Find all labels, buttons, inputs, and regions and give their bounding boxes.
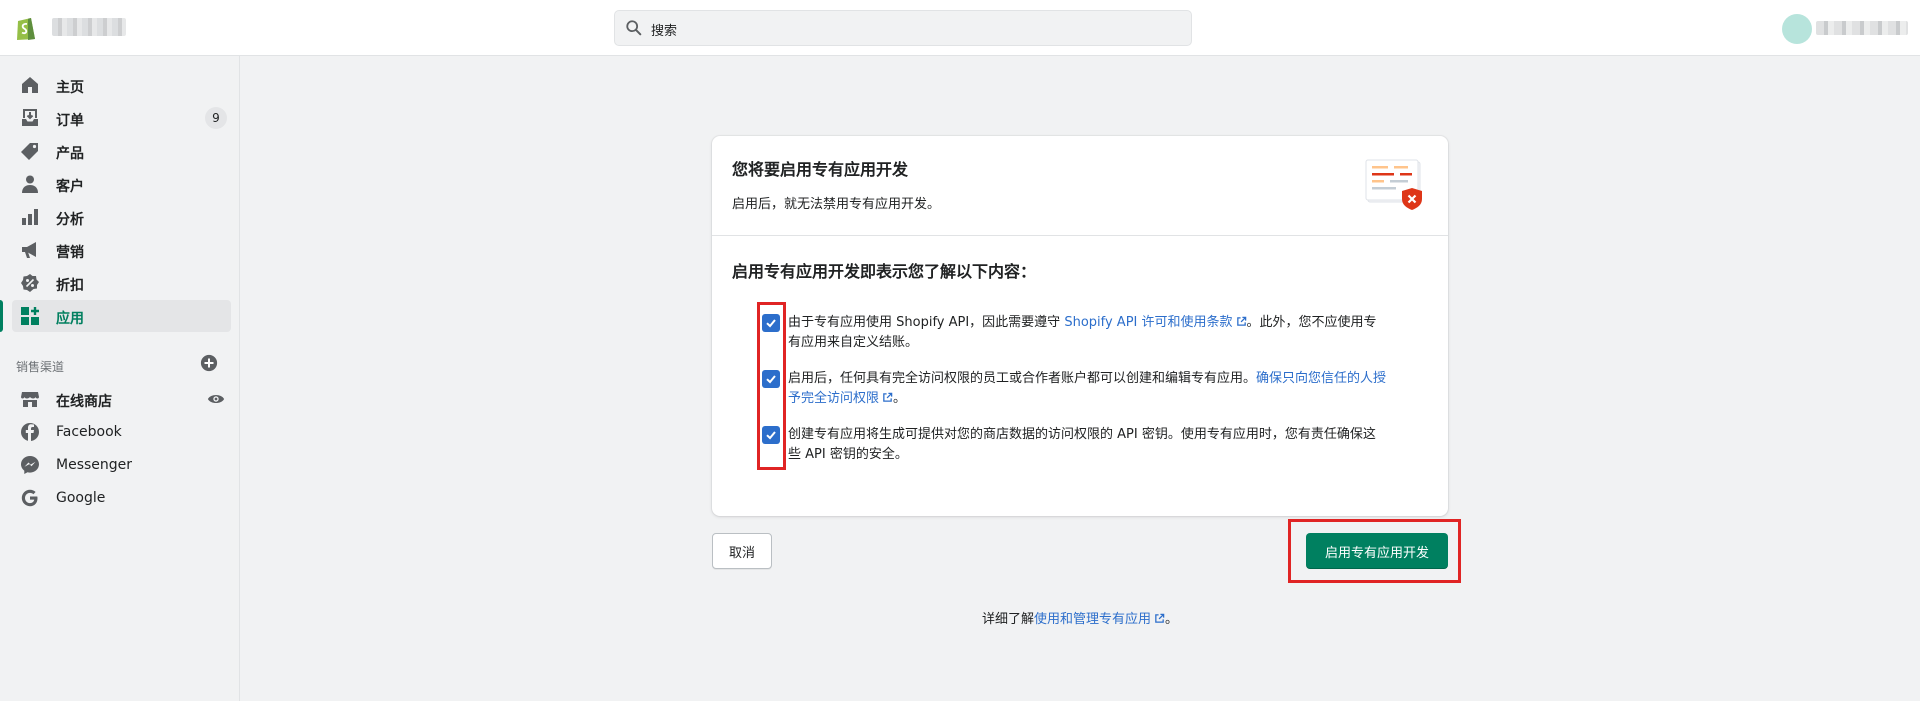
link-label[interactable]: Shopify API 许可和使用条款 — [1064, 315, 1232, 330]
google-icon — [21, 489, 38, 507]
acknowledgement-text-part: 创建专有应用将生成可提供对您的商店数据的访问权限的 API 密钥。使用专有应用时… — [788, 427, 1376, 462]
orders-icon — [22, 109, 38, 126]
section-heading: 启用专有应用开发即表示您了解以下内容： — [732, 262, 1037, 281]
external-link-icon — [883, 392, 893, 402]
sidebar-item-label: 应用 — [56, 311, 84, 327]
acknowledgement-text: 创建专有应用将生成可提供对您的商店数据的访问权限的 API 密钥。使用专有应用时… — [788, 425, 1388, 465]
external-link-icon — [1155, 613, 1165, 623]
sidebar-item-label: 分析 — [56, 212, 84, 228]
cancel-button[interactable]: 取消 — [712, 533, 772, 569]
sidebar-item-label: 产品 — [56, 146, 84, 162]
sidebar-item-discounts[interactable]: 折扣 — [12, 267, 231, 299]
facebook-icon — [21, 423, 39, 441]
sidebar-item-apps[interactable]: 应用 — [0, 300, 231, 332]
sidebar-item-facebook[interactable]: Facebook — [12, 416, 231, 448]
learn-more-text: 详细了解 — [981, 612, 1034, 627]
sidebar-item-google[interactable]: Google — [12, 482, 231, 514]
sidebar: 主页 订单 9 产品 客户 分析 营销 折扣 应用 销售渠道 在线商店 Face… — [0, 56, 240, 701]
document-warning-illustration — [1365, 159, 1422, 210]
button-highlight-box — [1288, 519, 1461, 583]
avatar — [1782, 14, 1812, 44]
orders-count-badge: 9 — [205, 107, 227, 129]
sidebar-item-analytics[interactable]: 分析 — [12, 201, 231, 233]
card-header: 您将要启用专有应用开发 启用后，就无法禁用专有应用开发。 — [712, 136, 1448, 236]
person-icon — [22, 175, 38, 193]
bar-chart-icon — [22, 209, 38, 225]
discount-icon — [21, 274, 39, 292]
learn-more-note: 详细了解使用和管理专有应用。 — [0, 608, 1920, 627]
acknowledgement-text: 由于专有应用使用 Shopify API，因此需要遵守 Shopify API … — [788, 313, 1388, 353]
sidebar-item-label: 主页 — [56, 80, 84, 96]
search-input[interactable]: 搜索 — [651, 20, 677, 39]
sidebar-item-products[interactable]: 产品 — [12, 135, 231, 167]
messenger-icon — [21, 456, 39, 474]
acknowledgement-text-part: 。 — [893, 391, 907, 406]
link-label[interactable]: 使用和管理专有应用 — [1034, 612, 1151, 627]
enable-custom-app-dev-card: 您将要启用专有应用开发 启用后，就无法禁用专有应用开发。 启用专有应用开发即表示… — [712, 136, 1448, 516]
sidebar-item-marketing[interactable]: 营销 — [12, 234, 231, 266]
search-icon — [626, 20, 642, 36]
sidebar-item-label: Google — [56, 490, 106, 506]
sidebar-item-online-store[interactable]: 在线商店 — [12, 383, 231, 415]
sidebar-item-label: 营销 — [56, 245, 84, 261]
active-indicator — [0, 300, 3, 332]
top-bar: 搜索 — [0, 0, 1920, 56]
sidebar-item-label: 折扣 — [56, 278, 84, 294]
user-menu[interactable] — [1780, 12, 1910, 44]
sidebar-item-orders[interactable]: 订单 9 — [12, 102, 231, 134]
search-bar[interactable]: 搜索 — [614, 10, 1192, 46]
acknowledgement-text: 启用后，任何具有完全访问权限的员工或合作者账户都可以创建和编辑专有应用。确保只向… — [788, 369, 1388, 409]
card-subtitle: 启用后，就无法禁用专有应用开发。 — [732, 197, 941, 212]
user-name — [1816, 21, 1908, 35]
learn-more-text: 。 — [1165, 612, 1179, 627]
tag-icon — [21, 143, 38, 160]
sidebar-item-messenger[interactable]: Messenger — [12, 449, 231, 481]
acknowledgement-text-part: 由于专有应用使用 Shopify API，因此需要遵守 — [788, 315, 1065, 330]
shopify-logo-icon[interactable] — [14, 14, 38, 41]
sidebar-item-label: Facebook — [56, 424, 122, 440]
eye-icon[interactable] — [207, 391, 225, 407]
sidebar-item-customers[interactable]: 客户 — [12, 168, 231, 200]
shopify-api-terms-link[interactable]: Shopify API 许可和使用条款 — [1064, 315, 1246, 330]
store-name[interactable] — [52, 18, 126, 36]
store-icon — [21, 392, 39, 407]
sidebar-item-home[interactable]: 主页 — [12, 69, 231, 101]
sidebar-item-label: 订单 — [56, 113, 84, 129]
external-link-icon — [1236, 316, 1246, 326]
checkbox-highlight-box — [757, 302, 786, 470]
learn-more-link[interactable]: 使用和管理专有应用 — [1034, 612, 1165, 627]
home-icon — [22, 77, 38, 93]
card-title: 您将要启用专有应用开发 — [732, 160, 909, 179]
sidebar-item-label: 在线商店 — [56, 394, 112, 410]
sidebar-item-label: Messenger — [56, 457, 133, 473]
megaphone-icon — [22, 242, 36, 258]
apps-icon — [21, 307, 39, 325]
sales-channels-heading: 销售渠道 — [16, 360, 65, 374]
add-channel-icon[interactable] — [200, 354, 218, 372]
acknowledgement-text-part: 启用后，任何具有完全访问权限的员工或合作者账户都可以创建和编辑专有应用。 — [788, 371, 1257, 386]
sidebar-item-label: 客户 — [56, 179, 84, 195]
